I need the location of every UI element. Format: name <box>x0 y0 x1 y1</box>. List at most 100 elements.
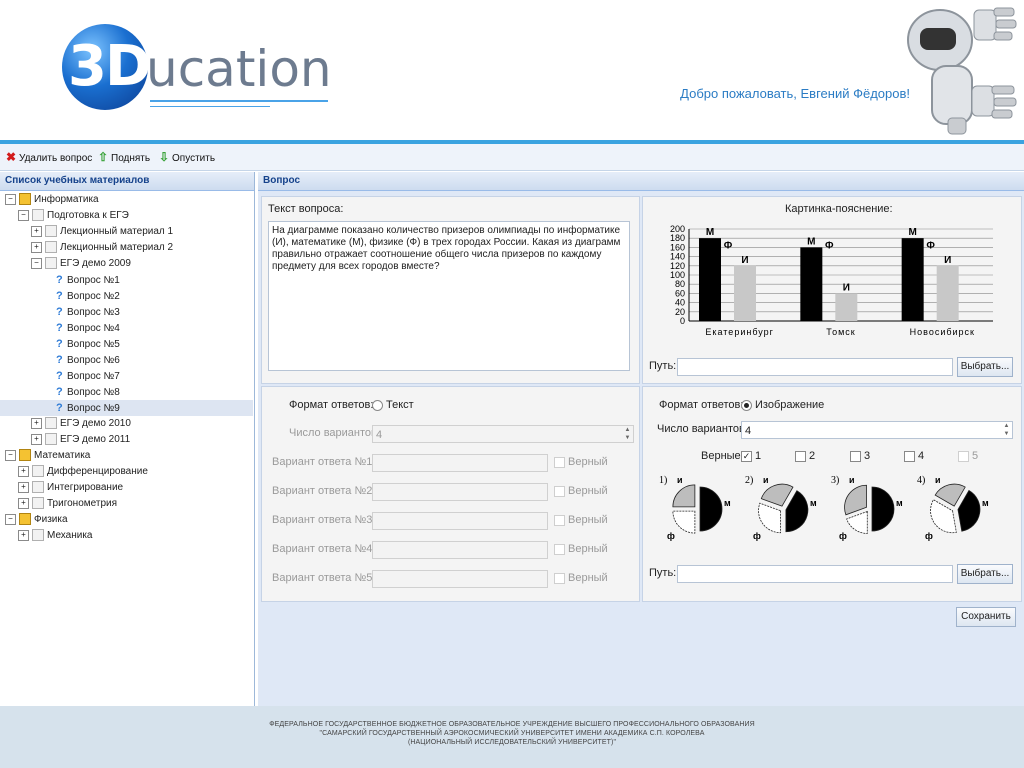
checkbox-icon <box>554 514 565 526</box>
collapse-icon[interactable]: − <box>18 209 29 221</box>
text-count-input[interactable]: 4 ▲ ▼ <box>372 425 634 443</box>
checkbox-icon <box>958 450 969 462</box>
bar-label-F: Ф <box>825 241 834 252</box>
text-variant-input-4[interactable] <box>372 541 548 559</box>
text-variant-correct-2[interactable]: Верный <box>554 485 608 497</box>
collapse-icon[interactable]: − <box>5 449 16 461</box>
text-variant-correct-3[interactable]: Верный <box>554 514 608 526</box>
radio-selected-icon <box>741 399 752 411</box>
test-icon <box>45 433 57 446</box>
answer-image-browse-button[interactable]: Выбрать... <box>957 564 1013 584</box>
pie-slice <box>934 483 966 507</box>
question-text-area[interactable]: На диаграмме показано количество призеро… <box>268 221 630 371</box>
tree-node-ege-2009[interactable]: − ЕГЭ демо 2009 <box>31 256 131 272</box>
logo-underline-2 <box>150 106 270 107</box>
tree-node-mechanics[interactable]: + Механика <box>18 528 93 544</box>
tree-node-ege-2010[interactable]: + ЕГЭ демо 2010 <box>31 416 131 432</box>
robot-mascot-icon <box>907 7 1017 135</box>
move-up-button[interactable]: ⇧ Поднять <box>98 149 150 165</box>
arrow-down-icon: ⇩ <box>159 150 170 164</box>
pie-label-i: и <box>849 475 855 485</box>
tree-node-trigonometry[interactable]: + Тригонометрия <box>18 496 117 512</box>
collapse-icon[interactable]: − <box>31 257 42 269</box>
correct-label: Верный <box>568 514 608 526</box>
x-category-label: Екатеринбург <box>705 327 774 337</box>
image-correct-check-4[interactable]: 4 <box>904 450 924 462</box>
collapse-icon[interactable]: − <box>5 513 16 525</box>
footer-line-3: (НАЦИОНАЛЬНЫЙ ИССЛЕДОВАТЕЛЬСКИЙ УНИВЕРСИ… <box>407 739 617 746</box>
toolbar: ✖ Удалить вопрос ⇧ Поднять ⇩ Опустить <box>0 144 1024 171</box>
text-variant-label-5: Вариант ответа №5: <box>272 572 376 584</box>
image-format-label: Формат ответов: <box>659 399 744 411</box>
tree-node-ege-prep[interactable]: − Подготовка к ЕГЭ <box>18 208 129 224</box>
tree-node-question-2[interactable]: ? Вопрос №2 <box>56 288 120 304</box>
tree-node-differentiation[interactable]: + Дифференцирование <box>18 464 148 480</box>
delete-question-button[interactable]: ✖ Удалить вопрос <box>6 149 92 165</box>
tree-node-question-1[interactable]: ? Вопрос №1 <box>56 272 120 288</box>
welcome-message: Добро пожаловать, Евгений Фёдоров! <box>680 86 910 101</box>
image-path-input[interactable] <box>677 358 953 376</box>
materials-tree-title: Список учебных материалов <box>0 172 254 191</box>
tree-node-label: Информатика <box>34 194 99 205</box>
pie-label-m: м <box>810 498 817 508</box>
tree-node-label: Вопрос №9 <box>67 403 120 414</box>
tree-node-question-8[interactable]: ? Вопрос №8 <box>56 384 120 400</box>
tree-node-label: Интегрирование <box>47 482 124 493</box>
tree-node-math[interactable]: − Математика <box>5 448 90 464</box>
spinner-arrows-icon[interactable]: ▲ ▼ <box>622 426 633 442</box>
save-button[interactable]: Сохранить <box>956 607 1016 627</box>
image-format-radio[interactable]: Изображение <box>741 399 824 411</box>
expand-icon[interactable]: + <box>18 465 29 477</box>
expand-icon[interactable]: + <box>18 481 29 493</box>
expand-icon[interactable]: + <box>18 497 29 509</box>
expand-icon[interactable]: + <box>31 417 42 429</box>
move-down-button[interactable]: ⇩ Опустить <box>159 149 215 165</box>
expand-icon[interactable]: + <box>18 529 29 541</box>
tree-node-label: Вопрос №1 <box>67 275 120 286</box>
text-variant-correct-5[interactable]: Верный <box>554 572 608 584</box>
tree-node-question-7[interactable]: ? Вопрос №7 <box>56 368 120 384</box>
bar-M <box>699 238 721 321</box>
text-variant-input-3[interactable] <box>372 512 548 530</box>
text-format-radio[interactable]: Текст <box>372 399 414 411</box>
image-correct-check-2[interactable]: 2 <box>795 450 815 462</box>
text-variant-input-2[interactable] <box>372 483 548 501</box>
image-answers-section: Формат ответов: Изображение Число вариан… <box>642 386 1022 602</box>
question-image-section: Картинка-пояснение: 200 180 160 140 120 100 80… <box>642 196 1022 384</box>
image-path-label: Путь: <box>649 360 677 372</box>
tree-node-question-5[interactable]: ? Вопрос №5 <box>56 336 120 352</box>
bar-I <box>936 265 959 321</box>
expand-icon[interactable]: + <box>31 433 42 445</box>
expand-icon[interactable]: + <box>31 241 42 253</box>
tree-node-question-9[interactable]: ? Вопрос №9 <box>0 400 253 416</box>
collapse-icon[interactable]: − <box>5 193 16 205</box>
image-correct-check-3[interactable]: 3 <box>850 450 870 462</box>
image-correct-check-5[interactable]: 5 <box>958 450 978 462</box>
answer-image-path-input[interactable] <box>677 565 953 583</box>
tree-node-question-6[interactable]: ? Вопрос №6 <box>56 352 120 368</box>
image-correct-check-1[interactable]: ✓ 1 <box>741 450 761 462</box>
text-variant-input-5[interactable] <box>372 570 548 588</box>
tree-node-physics[interactable]: − Физика <box>5 512 68 528</box>
tree-node-ege-2011[interactable]: + ЕГЭ демо 2011 <box>31 432 130 448</box>
correct-label: Верный <box>568 456 608 468</box>
tree-node-integration[interactable]: + Интегрирование <box>18 480 123 496</box>
pie-label-f: ф <box>925 531 933 541</box>
spinner-arrows-icon[interactable]: ▲ ▼ <box>1001 422 1012 438</box>
logo-prefix: 3D <box>68 34 151 99</box>
expand-icon[interactable]: + <box>31 225 42 237</box>
tree-node-lecture-1[interactable]: + Лекционный материал 1 <box>31 224 173 240</box>
tree-node-question-3[interactable]: ? Вопрос №3 <box>56 304 120 320</box>
question-panel-title: Вопрос <box>258 172 1024 191</box>
answer-pie-diagrams: 1) и м ф 2) и м ф 3) и м ф 4) и м ф <box>659 475 989 541</box>
checkbox-icon <box>795 450 806 462</box>
tree-node-informatics[interactable]: − Информатика <box>5 192 99 208</box>
tree-node-lecture-2[interactable]: + Лекционный материал 2 <box>31 240 173 256</box>
image-count-input[interactable]: 4 ▲ ▼ <box>741 421 1013 439</box>
text-variant-input-1[interactable] <box>372 454 548 472</box>
pie-slice <box>758 502 781 534</box>
image-browse-button[interactable]: Выбрать... <box>957 357 1013 377</box>
text-variant-correct-4[interactable]: Верный <box>554 543 608 555</box>
text-variant-correct-1[interactable]: Верный <box>554 456 608 468</box>
tree-node-question-4[interactable]: ? Вопрос №4 <box>56 320 120 336</box>
